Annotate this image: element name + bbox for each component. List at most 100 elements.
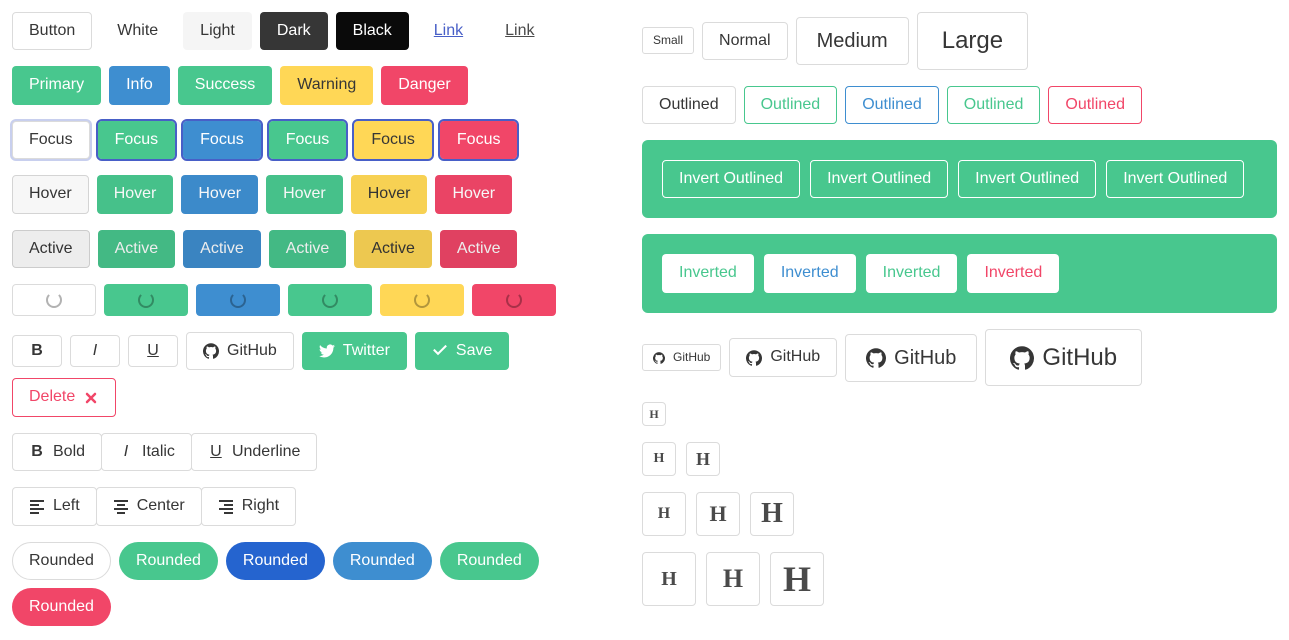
sizes-row: Small Normal Medium Large — [642, 12, 1277, 70]
button-white[interactable]: White — [100, 12, 175, 50]
focus-default[interactable]: Focus — [12, 121, 90, 159]
bold-button[interactable]: B — [12, 335, 62, 367]
align-center-button[interactable]: Center — [96, 487, 202, 525]
rounded-info[interactable]: Rounded — [333, 542, 432, 580]
italic-button[interactable]: I — [70, 335, 120, 367]
invert-outlined-panel: Invert Outlined Invert Outlined Invert O… — [642, 140, 1277, 218]
active-info[interactable]: Active — [183, 230, 261, 268]
heading-icon-small[interactable]: H — [642, 552, 696, 606]
focus-warning[interactable]: Focus — [354, 121, 432, 159]
active-danger[interactable]: Active — [440, 230, 518, 268]
focus-primary[interactable]: Focus — [98, 121, 176, 159]
active-primary[interactable]: Active — [98, 230, 176, 268]
hover-danger[interactable]: Hover — [435, 175, 512, 213]
loading-danger[interactable] — [472, 284, 556, 316]
size-medium[interactable]: Medium — [796, 17, 909, 65]
inverted-primary[interactable]: Inverted — [662, 254, 754, 292]
button-success[interactable]: Success — [178, 66, 272, 104]
github-icon — [866, 348, 886, 368]
heading-icon-small[interactable]: H — [642, 492, 686, 536]
invert-outlined-1[interactable]: Invert Outlined — [662, 160, 800, 198]
underline-button[interactable]: U — [128, 335, 178, 367]
outlined-success[interactable]: Outlined — [947, 86, 1041, 124]
button-primary[interactable]: Primary — [12, 66, 101, 104]
active-warning[interactable]: Active — [354, 230, 432, 268]
heading-icon-normal[interactable]: H — [686, 442, 720, 476]
icon-buttons-row: B I U GitHub Twitter Save Delete — [12, 332, 582, 417]
align-left-icon — [29, 498, 45, 514]
rounded-success[interactable]: Rounded — [440, 542, 539, 580]
italic-labeled-button[interactable]: IItalic — [101, 433, 192, 471]
style-row: Button White Light Dark Black Link Link — [12, 12, 582, 50]
focus-info[interactable]: Focus — [183, 121, 261, 159]
active-success[interactable]: Active — [269, 230, 347, 268]
loading-row — [12, 284, 582, 316]
inverted-danger[interactable]: Inverted — [967, 254, 1059, 292]
size-small[interactable]: Small — [642, 27, 694, 54]
invert-outlined-3[interactable]: Invert Outlined — [958, 160, 1096, 198]
button-default[interactable]: Button — [12, 12, 92, 50]
github-normal[interactable]: GitHub — [729, 338, 837, 376]
github-medium[interactable]: GitHub — [845, 334, 977, 382]
underline-icon: U — [208, 444, 224, 460]
button-dark[interactable]: Dark — [260, 12, 328, 50]
outlined-info[interactable]: Outlined — [845, 86, 939, 124]
twitter-button[interactable]: Twitter — [302, 332, 407, 370]
outlined-danger[interactable]: Outlined — [1048, 86, 1142, 124]
heading-icon-small[interactable]: H — [642, 402, 666, 426]
heading-icon-normal[interactable]: H — [706, 552, 760, 606]
inverted-info[interactable]: Inverted — [764, 254, 856, 292]
rounded-danger[interactable]: Rounded — [12, 588, 111, 626]
hover-default[interactable]: Hover — [12, 175, 89, 213]
button-danger[interactable]: Danger — [381, 66, 467, 104]
invert-outlined-2[interactable]: Invert Outlined — [810, 160, 948, 198]
rounded-default[interactable]: Rounded — [12, 542, 111, 580]
button-warning[interactable]: Warning — [280, 66, 373, 104]
icon-grid-1: H — [642, 402, 1277, 426]
rounded-blue[interactable]: Rounded — [226, 542, 325, 580]
heading-icon-medium[interactable]: H — [750, 492, 794, 536]
rounded-row: Rounded Rounded Rounded Rounded Rounded … — [12, 542, 582, 627]
loading-default[interactable] — [12, 284, 96, 316]
rounded-primary[interactable]: Rounded — [119, 542, 218, 580]
heading-icon-small[interactable]: H — [642, 442, 676, 476]
invert-outlined-4[interactable]: Invert Outlined — [1106, 160, 1244, 198]
github-large[interactable]: GitHub — [985, 329, 1142, 387]
hover-warning[interactable]: Hover — [351, 175, 428, 213]
focus-danger[interactable]: Focus — [440, 121, 518, 159]
outlined-default[interactable]: Outlined — [642, 86, 736, 124]
loading-info[interactable] — [196, 284, 280, 316]
loading-warning[interactable] — [380, 284, 464, 316]
align-addons-row: Left Center Right — [12, 487, 582, 525]
align-right-button[interactable]: Right — [201, 487, 296, 525]
button-light[interactable]: Light — [183, 12, 252, 50]
button-black[interactable]: Black — [336, 12, 409, 50]
size-normal[interactable]: Normal — [702, 22, 788, 60]
hover-primary[interactable]: Hover — [97, 175, 174, 213]
loading-primary[interactable] — [104, 284, 188, 316]
active-default[interactable]: Active — [12, 230, 90, 268]
delete-button[interactable]: Delete — [12, 378, 116, 416]
icon-grid-4: HHH — [642, 552, 1277, 606]
github-button[interactable]: GitHub — [186, 332, 294, 370]
bold-labeled-button[interactable]: BBold — [12, 433, 102, 471]
button-info[interactable]: Info — [109, 66, 170, 104]
align-left-button[interactable]: Left — [12, 487, 97, 525]
italic-icon: I — [118, 444, 134, 460]
heading-icon-large[interactable]: H — [770, 552, 824, 606]
github-small[interactable]: GitHub — [642, 344, 721, 371]
underline-labeled-button[interactable]: UUnderline — [191, 433, 317, 471]
outlined-primary[interactable]: Outlined — [744, 86, 838, 124]
focus-success[interactable]: Focus — [269, 121, 347, 159]
underline-icon: U — [145, 343, 161, 359]
italic-icon: I — [87, 343, 103, 359]
heading-icon-normal[interactable]: H — [696, 492, 740, 536]
hover-info[interactable]: Hover — [181, 175, 258, 213]
hover-success[interactable]: Hover — [266, 175, 343, 213]
button-link[interactable]: Link — [417, 12, 480, 50]
button-text[interactable]: Link — [488, 12, 551, 50]
inverted-success[interactable]: Inverted — [866, 254, 958, 292]
save-button[interactable]: Save — [415, 332, 509, 370]
size-large[interactable]: Large — [917, 12, 1028, 70]
loading-success[interactable] — [288, 284, 372, 316]
